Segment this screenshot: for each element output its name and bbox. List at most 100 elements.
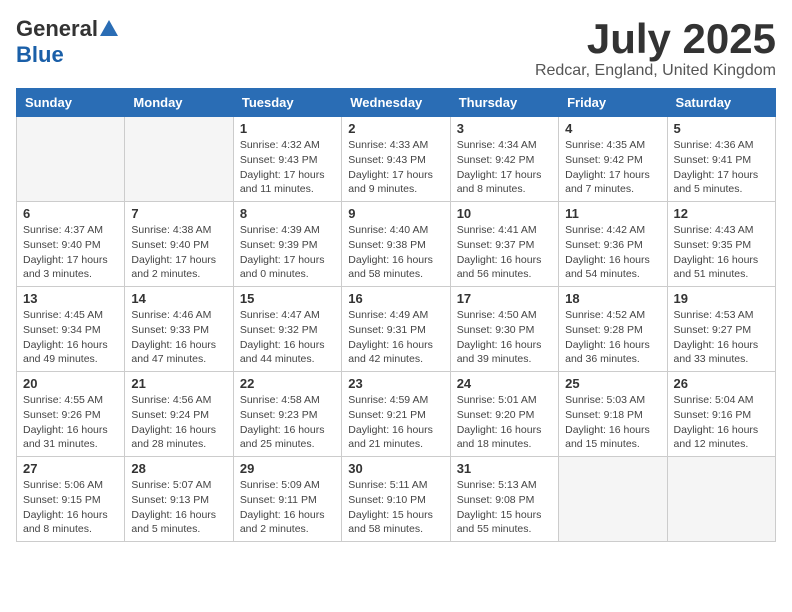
day-info: Sunrise: 4:33 AMSunset: 9:43 PMDaylight:…: [348, 138, 443, 197]
calendar-cell: [17, 117, 125, 202]
calendar-cell: 27Sunrise: 5:06 AMSunset: 9:15 PMDayligh…: [17, 457, 125, 542]
location-text: Redcar, England, United Kingdom: [535, 62, 776, 80]
calendar-cell: 4Sunrise: 4:35 AMSunset: 9:42 PMDaylight…: [559, 117, 667, 202]
day-info: Sunrise: 4:32 AMSunset: 9:43 PMDaylight:…: [240, 138, 335, 197]
week-row-4: 20Sunrise: 4:55 AMSunset: 9:26 PMDayligh…: [17, 372, 776, 457]
day-info: Sunrise: 4:37 AMSunset: 9:40 PMDaylight:…: [23, 223, 118, 282]
calendar-cell: 28Sunrise: 5:07 AMSunset: 9:13 PMDayligh…: [125, 457, 233, 542]
day-info: Sunrise: 5:09 AMSunset: 9:11 PMDaylight:…: [240, 478, 335, 537]
day-number: 31: [457, 461, 552, 476]
calendar-cell: 24 Sunrise: 5:01 AMSunset: 9:20 PMDayligh…: [450, 372, 558, 457]
day-info: Sunrise: 4:34 AMSunset: 9:42 PMDaylight:…: [457, 138, 552, 197]
day-number: 23: [348, 376, 443, 391]
day-number: 19: [674, 291, 769, 306]
calendar-cell: 5 Sunrise: 4:36 AMSunset: 9:41 PMDaylight…: [667, 117, 775, 202]
month-title: July 2025: [535, 16, 776, 62]
day-number: 6: [23, 206, 118, 221]
day-number: 9: [348, 206, 443, 221]
calendar-cell: 8 Sunrise: 4:39 AMSunset: 9:39 PMDaylight…: [233, 202, 341, 287]
day-number: 14: [131, 291, 226, 306]
day-info: Sunrise: 4:42 AMSunset: 9:36 PMDaylight:…: [565, 223, 660, 282]
day-info: Sunrise: 4:46 AMSunset: 9:33 PMDaylight:…: [131, 308, 226, 367]
calendar-cell: 23 Sunrise: 4:59 AMSunset: 9:21 PMDayligh…: [342, 372, 450, 457]
day-number: 5: [674, 121, 769, 136]
day-number: 30: [348, 461, 443, 476]
day-number: 1: [240, 121, 335, 136]
day-info: Sunrise: 4:53 AMSunset: 9:27 PMDaylight:…: [674, 308, 769, 367]
day-number: 13: [23, 291, 118, 306]
page-header: General Blue July 2025 Redcar, England, …: [16, 16, 776, 80]
day-info: Sunrise: 5:01 AMSunset: 9:20 PMDaylight:…: [457, 393, 552, 452]
day-info: Sunrise: 5:04 AMSunset: 9:16 PMDaylight:…: [674, 393, 769, 452]
calendar-header-row: SundayMondayTuesdayWednesdayThursdayFrid…: [17, 89, 776, 117]
day-info: Sunrise: 4:40 AMSunset: 9:38 PMDaylight:…: [348, 223, 443, 282]
day-info: Sunrise: 4:58 AMSunset: 9:23 PMDaylight:…: [240, 393, 335, 452]
day-info: Sunrise: 5:13 AMSunset: 9:08 PMDaylight:…: [457, 478, 552, 537]
day-info: Sunrise: 4:59 AMSunset: 9:21 PMDaylight:…: [348, 393, 443, 452]
day-info: Sunrise: 5:06 AMSunset: 9:15 PMDaylight:…: [23, 478, 118, 537]
calendar-cell: 2 Sunrise: 4:33 AMSunset: 9:43 PMDaylight…: [342, 117, 450, 202]
calendar-cell: 15 Sunrise: 4:47 AMSunset: 9:32 PMDayligh…: [233, 287, 341, 372]
day-info: Sunrise: 4:47 AMSunset: 9:32 PMDaylight:…: [240, 308, 335, 367]
day-number: 24: [457, 376, 552, 391]
weekday-header-saturday: Saturday: [667, 89, 775, 117]
day-number: 3: [457, 121, 552, 136]
day-info: Sunrise: 4:36 AMSunset: 9:41 PMDaylight:…: [674, 138, 769, 197]
day-info: Sunrise: 4:50 AMSunset: 9:30 PMDaylight:…: [457, 308, 552, 367]
week-row-3: 13 Sunrise: 4:45 AMSunset: 9:34 PMDayligh…: [17, 287, 776, 372]
day-info: Sunrise: 4:35 AMSunset: 9:42 PMDaylight:…: [565, 138, 660, 197]
day-info: Sunrise: 4:56 AMSunset: 9:24 PMDaylight:…: [131, 393, 226, 452]
logo-blue-text: Blue: [16, 42, 64, 67]
day-number: 26: [674, 376, 769, 391]
day-number: 11: [565, 206, 660, 221]
calendar-cell: 12 Sunrise: 4:43 AMSunset: 9:35 PMDayligh…: [667, 202, 775, 287]
logo: General Blue: [16, 16, 118, 68]
day-number: 18: [565, 291, 660, 306]
calendar-cell: 16 Sunrise: 4:49 AMSunset: 9:31 PMDayligh…: [342, 287, 450, 372]
calendar-cell: [559, 457, 667, 542]
day-number: 2: [348, 121, 443, 136]
day-number: 16: [348, 291, 443, 306]
day-info: Sunrise: 4:49 AMSunset: 9:31 PMDaylight:…: [348, 308, 443, 367]
calendar-table: SundayMondayTuesdayWednesdayThursdayFrid…: [16, 88, 776, 542]
day-info: Sunrise: 4:52 AMSunset: 9:28 PMDaylight:…: [565, 308, 660, 367]
day-number: 15: [240, 291, 335, 306]
calendar-cell: 18 Sunrise: 4:52 AMSunset: 9:28 PMDayligh…: [559, 287, 667, 372]
calendar-cell: 30 Sunrise: 5:11 AMSunset: 9:10 PMDayligh…: [342, 457, 450, 542]
calendar-cell: 14 Sunrise: 4:46 AMSunset: 9:33 PMDayligh…: [125, 287, 233, 372]
calendar-cell: 25 Sunrise: 5:03 AMSunset: 9:18 PMDayligh…: [559, 372, 667, 457]
week-row-1: 1 Sunrise: 4:32 AMSunset: 9:43 PMDaylight…: [17, 117, 776, 202]
day-info: Sunrise: 4:38 AMSunset: 9:40 PMDaylight:…: [131, 223, 226, 282]
day-number: 25: [565, 376, 660, 391]
calendar-cell: 26 Sunrise: 5:04 AMSunset: 9:16 PMDayligh…: [667, 372, 775, 457]
calendar-cell: 7Sunrise: 4:38 AMSunset: 9:40 PMDaylight…: [125, 202, 233, 287]
weekday-header-tuesday: Tuesday: [233, 89, 341, 117]
day-info: Sunrise: 4:43 AMSunset: 9:35 PMDaylight:…: [674, 223, 769, 282]
calendar-cell: 19 Sunrise: 4:53 AMSunset: 9:27 PMDayligh…: [667, 287, 775, 372]
logo-icon: [100, 20, 118, 38]
calendar-cell: [125, 117, 233, 202]
calendar-cell: 31 Sunrise: 5:13 AMSunset: 9:08 PMDayligh…: [450, 457, 558, 542]
weekday-header-wednesday: Wednesday: [342, 89, 450, 117]
day-info: Sunrise: 4:39 AMSunset: 9:39 PMDaylight:…: [240, 223, 335, 282]
day-number: 22: [240, 376, 335, 391]
weekday-header-monday: Monday: [125, 89, 233, 117]
calendar-cell: 17Sunrise: 4:50 AMSunset: 9:30 PMDayligh…: [450, 287, 558, 372]
calendar-cell: 29Sunrise: 5:09 AMSunset: 9:11 PMDayligh…: [233, 457, 341, 542]
day-info: Sunrise: 4:45 AMSunset: 9:34 PMDaylight:…: [23, 308, 118, 367]
calendar-cell: 21 Sunrise: 4:56 AMSunset: 9:24 PMDayligh…: [125, 372, 233, 457]
day-number: 8: [240, 206, 335, 221]
day-info: Sunrise: 5:07 AMSunset: 9:13 PMDaylight:…: [131, 478, 226, 537]
day-number: 12: [674, 206, 769, 221]
logo-general-text: General: [16, 16, 98, 42]
calendar-cell: 11 Sunrise: 4:42 AMSunset: 9:36 PMDayligh…: [559, 202, 667, 287]
calendar-cell: 13 Sunrise: 4:45 AMSunset: 9:34 PMDayligh…: [17, 287, 125, 372]
day-info: Sunrise: 4:55 AMSunset: 9:26 PMDaylight:…: [23, 393, 118, 452]
day-info: Sunrise: 5:11 AMSunset: 9:10 PMDaylight:…: [348, 478, 443, 537]
week-row-5: 27Sunrise: 5:06 AMSunset: 9:15 PMDayligh…: [17, 457, 776, 542]
weekday-header-friday: Friday: [559, 89, 667, 117]
day-number: 21: [131, 376, 226, 391]
calendar-cell: 10Sunrise: 4:41 AMSunset: 9:37 PMDayligh…: [450, 202, 558, 287]
day-info: Sunrise: 5:03 AMSunset: 9:18 PMDaylight:…: [565, 393, 660, 452]
weekday-header-sunday: Sunday: [17, 89, 125, 117]
